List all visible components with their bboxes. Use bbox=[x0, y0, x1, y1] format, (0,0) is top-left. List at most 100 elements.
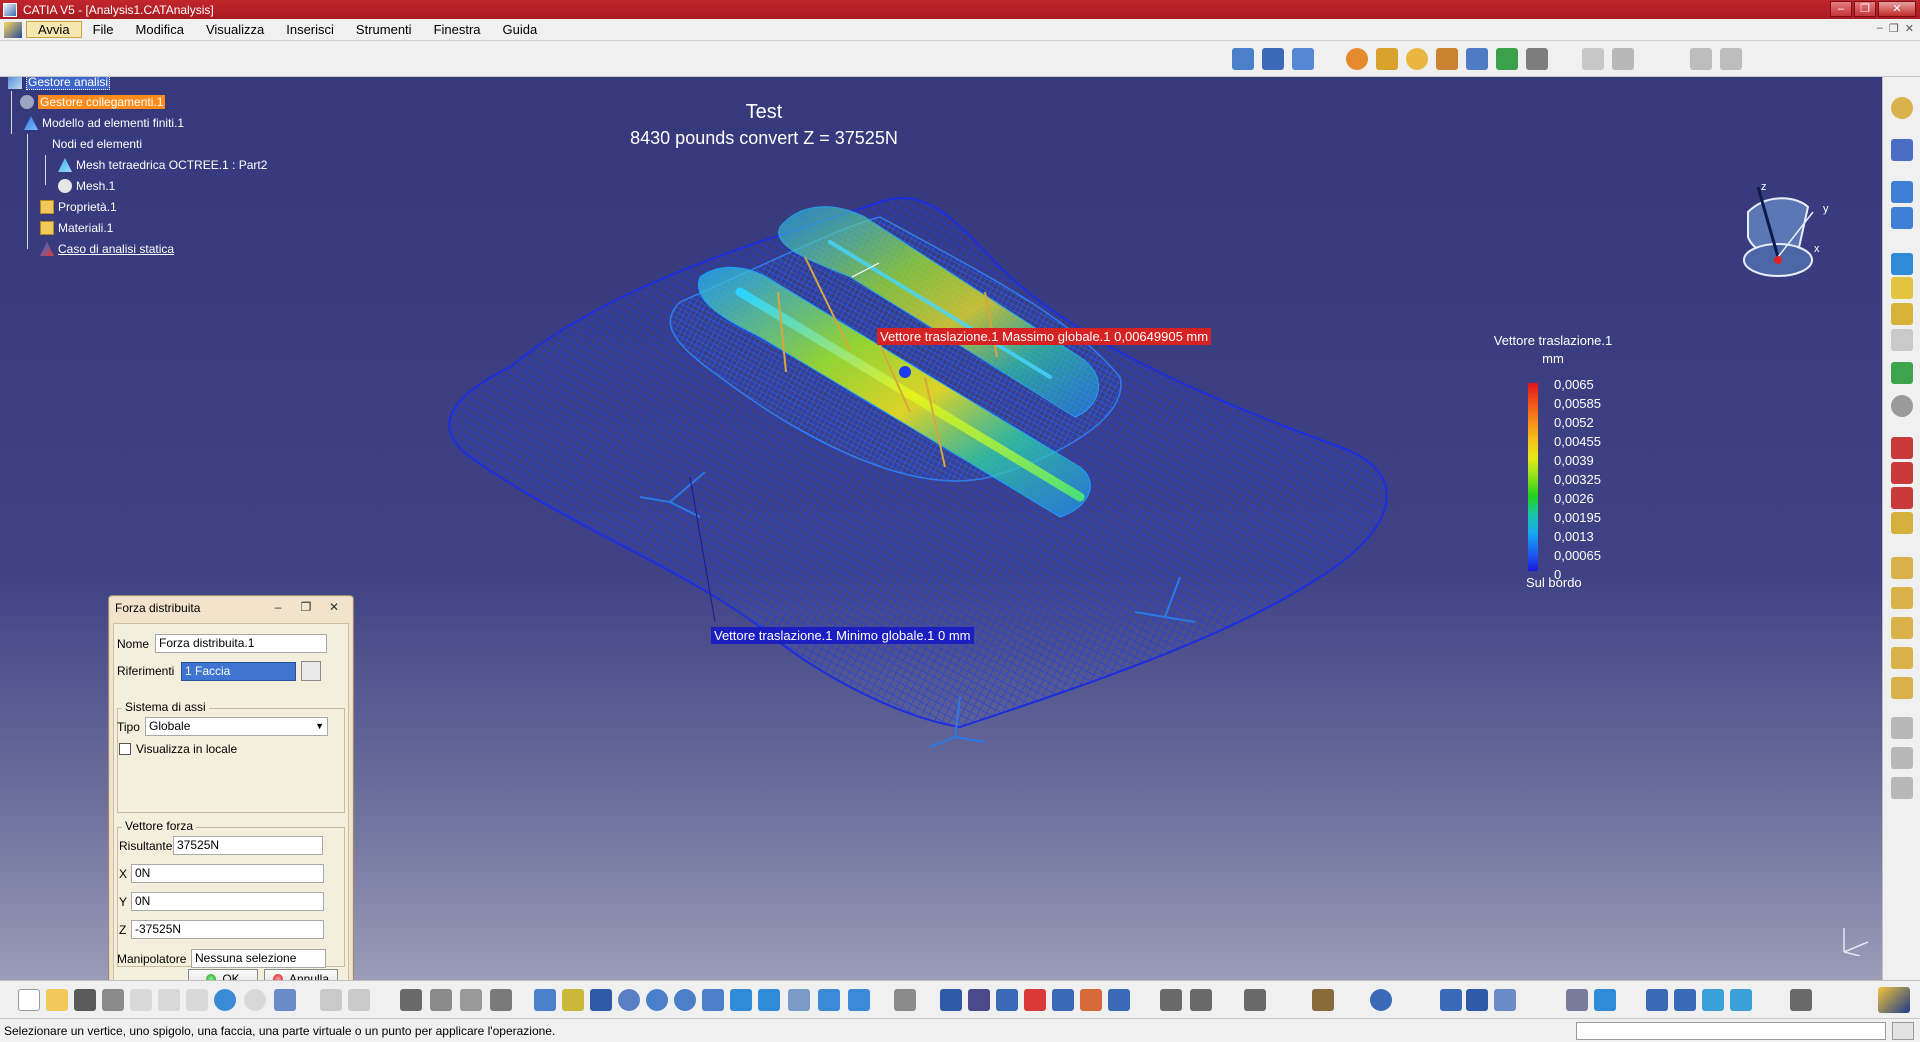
sensor-icon[interactable] bbox=[1582, 48, 1604, 70]
menu-strumenti[interactable]: Strumenti bbox=[345, 22, 423, 37]
min-displacement-callout[interactable]: Vettore traslazione.1 Minimo globale.1 0… bbox=[711, 627, 974, 644]
spreadsheet-icon[interactable] bbox=[1790, 989, 1812, 1011]
compute-all-icon[interactable] bbox=[1720, 48, 1742, 70]
displacement-icon[interactable] bbox=[1080, 989, 1102, 1011]
iso-view-icon[interactable] bbox=[758, 989, 780, 1011]
analysis-icon[interactable] bbox=[490, 989, 512, 1011]
view-iso-icon[interactable] bbox=[1730, 989, 1752, 1011]
minimize-button[interactable]: – bbox=[1830, 1, 1852, 17]
mesh-part-icon[interactable] bbox=[1891, 181, 1913, 203]
bearing-load-icon[interactable] bbox=[1436, 48, 1458, 70]
close-button[interactable]: ✕ bbox=[1878, 1, 1916, 17]
menu-file[interactable]: File bbox=[82, 22, 125, 37]
fit-all-icon[interactable] bbox=[562, 989, 584, 1011]
load-icon[interactable] bbox=[1891, 557, 1913, 579]
search-icon[interactable] bbox=[1370, 989, 1392, 1011]
zoom-in-icon[interactable] bbox=[646, 989, 668, 1011]
tree-node-mesh[interactable]: Mesh.1 bbox=[58, 179, 115, 193]
image-icon[interactable] bbox=[1891, 717, 1913, 739]
menu-inserisci[interactable]: Inserisci bbox=[275, 22, 345, 37]
type-select[interactable]: Globale ▼ bbox=[145, 717, 328, 736]
shell-property-icon[interactable] bbox=[1891, 277, 1913, 299]
tree-node-mesh-tetraedrica[interactable]: Mesh tetraedrica OCTREE.1 : Part2 bbox=[58, 158, 267, 172]
shading-icon[interactable] bbox=[788, 989, 810, 1011]
surface-slider-icon[interactable] bbox=[1262, 48, 1284, 70]
print-icon[interactable] bbox=[102, 989, 124, 1011]
compass[interactable]: z y x bbox=[1738, 181, 1838, 295]
menu-guida[interactable]: Guida bbox=[492, 22, 549, 37]
resultant-field[interactable]: 37525N bbox=[173, 836, 323, 855]
multi-view-icon[interactable] bbox=[730, 989, 752, 1011]
report-icon[interactable] bbox=[1612, 48, 1634, 70]
clipping-icon[interactable] bbox=[1566, 989, 1588, 1011]
compute-icon[interactable] bbox=[1690, 48, 1712, 70]
restraint-icon[interactable] bbox=[1891, 437, 1913, 459]
dialog-minimize-button[interactable]: – bbox=[265, 599, 291, 617]
normal-view-icon[interactable] bbox=[702, 989, 724, 1011]
adaptivity-icon[interactable] bbox=[1312, 989, 1334, 1011]
connection-icon[interactable] bbox=[1891, 362, 1913, 384]
copy-icon[interactable] bbox=[158, 989, 180, 1011]
tree-node-gestore-analisi[interactable]: Gestore analisi bbox=[8, 77, 111, 90]
extrema-icon[interactable] bbox=[1160, 989, 1182, 1011]
torque-icon[interactable] bbox=[1891, 617, 1913, 639]
y-field[interactable]: 0N bbox=[131, 892, 324, 911]
properties-icon[interactable] bbox=[1891, 253, 1913, 275]
view-front-icon[interactable] bbox=[1646, 989, 1668, 1011]
dialog-close-button[interactable]: ✕ bbox=[321, 599, 347, 617]
sensor-list-icon[interactable] bbox=[430, 989, 452, 1011]
z-field[interactable]: -37525N bbox=[131, 920, 324, 939]
save-icon[interactable] bbox=[74, 989, 96, 1011]
x-field[interactable]: 0N bbox=[131, 864, 324, 883]
ok-button[interactable]: OK bbox=[188, 969, 258, 980]
distributed-force-dialog[interactable]: Forza distribuita – ❐ ✕ Nome Forza distr… bbox=[108, 595, 354, 980]
doc-close-button[interactable]: ✕ bbox=[1905, 22, 1914, 35]
rotate-icon[interactable] bbox=[618, 989, 640, 1011]
mechanical-restraint-icon[interactable] bbox=[1891, 462, 1913, 484]
information-icon[interactable] bbox=[1190, 989, 1212, 1011]
menu-avvia[interactable]: Avvia bbox=[26, 21, 82, 38]
3d-viewport[interactable]: Gestore analisi Gestore collegamenti.1 M… bbox=[0, 77, 1882, 980]
view-back-icon[interactable] bbox=[1674, 989, 1696, 1011]
gear-icon[interactable] bbox=[1891, 97, 1913, 119]
image-edit-icon[interactable] bbox=[940, 989, 962, 1011]
iso-static-icon[interactable] bbox=[1891, 512, 1913, 534]
menu-visualizza[interactable]: Visualizza bbox=[195, 22, 275, 37]
animate-icon[interactable] bbox=[1891, 747, 1913, 769]
undo-icon[interactable] bbox=[214, 989, 236, 1011]
name-field[interactable]: Forza distribuita.1 bbox=[155, 634, 327, 653]
image-layout-icon[interactable] bbox=[1244, 989, 1266, 1011]
manipulator-field[interactable]: Nessuna selezione bbox=[191, 949, 326, 968]
acceleration-icon[interactable] bbox=[1496, 48, 1518, 70]
material-icon[interactable] bbox=[1891, 329, 1913, 351]
analysis-assembly-icon[interactable] bbox=[1440, 989, 1462, 1011]
help-icon[interactable] bbox=[274, 989, 296, 1011]
power-input-field[interactable] bbox=[1576, 1022, 1886, 1040]
fly-mode-icon[interactable] bbox=[534, 989, 556, 1011]
select-arrow-icon[interactable] bbox=[1891, 139, 1913, 161]
view-side-icon[interactable] bbox=[1702, 989, 1724, 1011]
paste-icon[interactable] bbox=[186, 989, 208, 1011]
formula-icon[interactable] bbox=[320, 989, 342, 1011]
knowledge-icon[interactable] bbox=[348, 989, 370, 1011]
line-force-icon[interactable] bbox=[1466, 48, 1488, 70]
sphere-icon[interactable] bbox=[1891, 395, 1913, 417]
image-cutting-icon[interactable] bbox=[968, 989, 990, 1011]
swap-space-icon[interactable] bbox=[848, 989, 870, 1011]
catia-logo-icon[interactable] bbox=[4, 21, 22, 38]
deformation-icon[interactable] bbox=[1024, 989, 1046, 1011]
cut-icon[interactable] bbox=[130, 989, 152, 1011]
tree-node-caso-analisi[interactable]: Caso di analisi statica bbox=[40, 242, 174, 256]
zoom-out-icon[interactable] bbox=[674, 989, 696, 1011]
principal-stress-icon[interactable] bbox=[1108, 989, 1130, 1011]
solid-property-icon[interactable] bbox=[1891, 303, 1913, 325]
enforced-displacement-icon[interactable] bbox=[1891, 647, 1913, 669]
ball-join-icon[interactable] bbox=[1891, 487, 1913, 509]
force-density-icon[interactable] bbox=[1526, 48, 1548, 70]
animation-icon[interactable] bbox=[996, 989, 1018, 1011]
doc-restore-button[interactable]: ❐ bbox=[1889, 22, 1899, 35]
new-document-icon[interactable] bbox=[18, 989, 40, 1011]
measure-icon[interactable] bbox=[460, 989, 482, 1011]
menu-modifica[interactable]: Modifica bbox=[125, 22, 195, 37]
report-sheet-icon[interactable] bbox=[1891, 777, 1913, 799]
